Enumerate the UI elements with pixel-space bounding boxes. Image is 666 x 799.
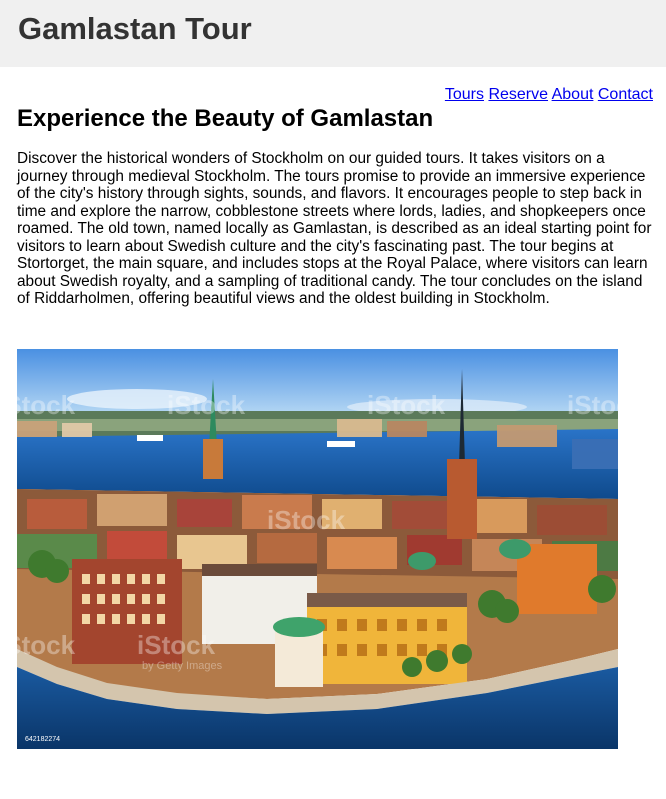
site-header: Gamlastan Tour	[0, 0, 666, 67]
main-nav: Tours Reserve About Contact	[445, 86, 653, 104]
watermark-text: iStock	[167, 390, 246, 420]
nav-link-contact[interactable]: Contact	[598, 86, 653, 103]
nav-link-tours[interactable]: Tours	[445, 86, 484, 103]
intro-paragraph: Discover the historical wonders of Stock…	[17, 150, 652, 307]
watermark-text: iStock	[267, 505, 346, 535]
photo-credit-watermark: by Getty Images	[142, 660, 223, 672]
page-headline: Experience the Beauty of Gamlastan	[17, 105, 434, 132]
nav-link-reserve[interactable]: Reserve	[488, 86, 548, 103]
watermark-text: iStock	[567, 390, 618, 420]
nav-link-about[interactable]: About	[552, 86, 594, 103]
watermark-text: iStock	[17, 630, 76, 660]
main-content: Experience the Beauty of Gamlastan Disco…	[17, 104, 653, 308]
watermark-text: iStock	[137, 630, 216, 660]
stock-photo-id: 642182274	[25, 736, 60, 743]
gamlastan-aerial-photo: iStock iStock iStock iStock iStock iStoc…	[17, 349, 618, 749]
watermark-text: iStock	[367, 390, 446, 420]
watermark-text: iStock	[17, 390, 76, 420]
site-title: Gamlastan Tour	[18, 11, 252, 46]
